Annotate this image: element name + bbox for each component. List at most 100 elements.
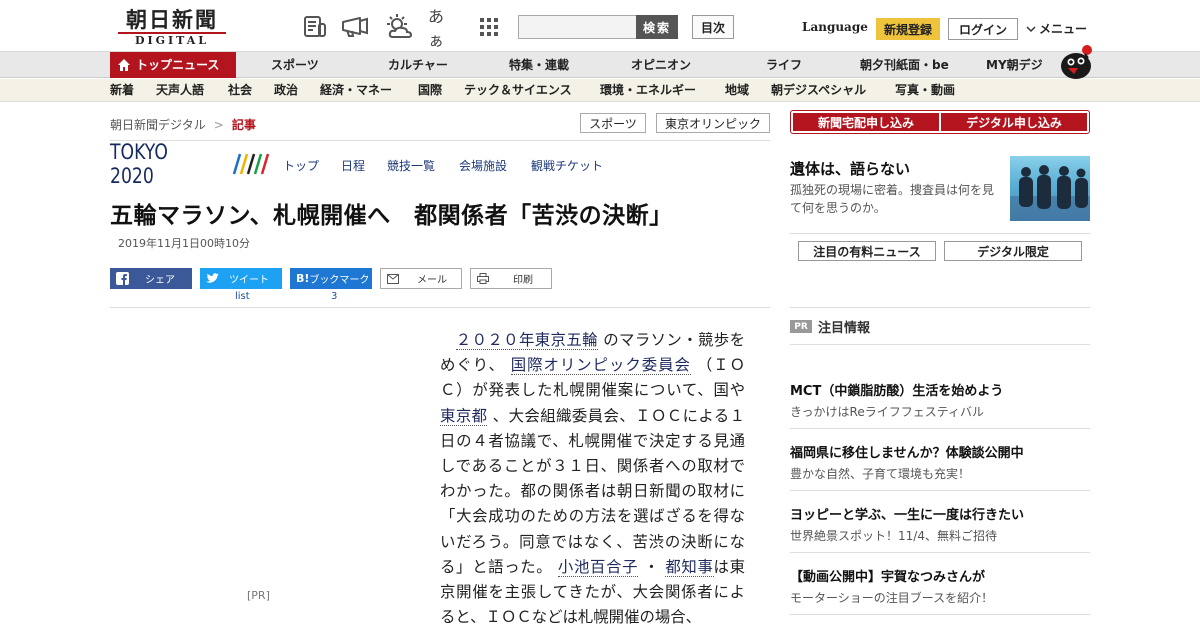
divider: [110, 307, 770, 308]
login-button[interactable]: ログイン: [948, 18, 1018, 40]
menu-button[interactable]: メニュー: [1026, 20, 1087, 37]
nav2-tenseijingo[interactable]: 天声人語: [156, 79, 204, 102]
hatena-icon: B!: [296, 272, 310, 285]
link-koike[interactable]: 小池百合子: [557, 557, 639, 577]
nav2-environment[interactable]: 環境・エネルギー: [600, 79, 696, 102]
language-link[interactable]: Language: [802, 20, 868, 34]
tab-digital-only[interactable]: デジタル限定: [944, 241, 1082, 261]
divider: [790, 490, 1090, 491]
ad-description[interactable]: きっかけはReライフフェスティバル: [790, 403, 984, 420]
link-tokyo-metro[interactable]: 東京都: [440, 406, 488, 426]
divider: [790, 233, 1090, 234]
ad-title[interactable]: 【動画公開中】宇賀なつみさんが: [790, 566, 985, 585]
divider: [790, 552, 1090, 553]
secondary-nav: 新着 天声人語 社会 政治 経済・マネー 国際 テック＆サイエンス 環境・エネル…: [0, 79, 1200, 102]
grid-icon[interactable]: [474, 12, 504, 42]
article-headline: 五輪マラソン、札幌開催へ 都関係者「苦渋の決断」: [110, 203, 673, 229]
primary-nav: トップニュース スポーツ カルチャー 特集・連載 オピニオン ライフ 朝夕刊紙面…: [0, 52, 1200, 78]
breadcrumb-separator: >: [213, 117, 224, 132]
link-tokyo-olympics[interactable]: ２０２０年東京五輪: [455, 331, 598, 350]
feature-title[interactable]: 遺体は、語らない: [790, 158, 910, 179]
divider: [110, 140, 770, 141]
nav-features[interactable]: 特集・連載: [509, 52, 569, 78]
ad-description[interactable]: 豊かな自然、子育て環境も充実！: [790, 465, 970, 482]
breadcrumb-home[interactable]: 朝日新聞デジタル: [110, 116, 206, 133]
twitter-count[interactable]: list: [235, 291, 250, 302]
nav2-latest[interactable]: 新着: [110, 79, 134, 102]
ad-title[interactable]: 福岡県に移住しませんか？体験談公開中: [790, 442, 1024, 461]
feature-description[interactable]: 孤独死の現場に密着。捜査員は何を見て何を思うのか。: [790, 181, 1000, 217]
breadcrumb: 朝日新聞デジタル > 記事: [110, 116, 256, 133]
print-button[interactable]: 印刷: [470, 268, 552, 289]
nav2-economy[interactable]: 経済・マネー: [320, 79, 392, 102]
hatena-bookmark-button[interactable]: B! ブックマーク: [290, 268, 372, 289]
subscribe-buttons: 新聞宅配申し込み デジタル申し込み: [790, 110, 1090, 134]
olympics-link-schedule[interactable]: 日程: [341, 157, 365, 174]
pr-badge: PR: [790, 320, 812, 333]
olympics-link-top[interactable]: トップ: [283, 157, 319, 174]
nav2-photo-video[interactable]: 写真・動画: [895, 79, 955, 102]
olympics-link-sports[interactable]: 競技一覧: [387, 157, 435, 174]
asahi-logo[interactable]: 朝日新聞 DIGITAL: [112, 8, 232, 48]
mail-icon: [387, 273, 399, 284]
olympics-link-venues[interactable]: 会場施設: [459, 157, 507, 174]
home-icon: [118, 59, 130, 71]
nav-culture[interactable]: カルチャー: [388, 52, 448, 78]
ad-pr-label: [PR]: [247, 589, 270, 602]
print-icon: [477, 273, 489, 284]
ad-title[interactable]: ヨッピーと学ぶ、一生に一度は行きたい: [790, 504, 1024, 523]
divider: [790, 307, 1090, 308]
megaphone-icon[interactable]: [340, 12, 370, 42]
search-button[interactable]: 検索: [636, 15, 678, 39]
mascot-icon: [1054, 44, 1094, 80]
facebook-share-button[interactable]: シェア: [110, 268, 192, 289]
nav2-society[interactable]: 社会: [228, 79, 252, 102]
tokyo2020-logo[interactable]: TOKYO 2020: [110, 140, 270, 188]
weather-icon[interactable]: [384, 12, 414, 42]
divider: [790, 428, 1090, 429]
divider: [790, 614, 1090, 615]
nav2-special[interactable]: 朝デジスペシャル: [771, 79, 866, 102]
olympic-stripes-icon: [232, 153, 270, 175]
article-body: ２０２０年東京五輪 のマラソン・競歩をめぐり、 国際オリンピック委員会 （ＩＯＣ…: [440, 331, 745, 627]
tag-tokyo-olympics[interactable]: 東京オリンピック: [656, 113, 770, 133]
olympics-link-tickets[interactable]: 観戦チケット: [531, 157, 603, 174]
nav2-tech[interactable]: テック＆サイエンス: [464, 79, 572, 102]
register-button[interactable]: 新規登録: [876, 18, 940, 40]
nav-sports[interactable]: スポーツ: [271, 52, 319, 78]
nav-opinion[interactable]: オピニオン: [631, 52, 691, 78]
font-size-icon[interactable]: あぁ: [428, 7, 458, 50]
ad-description[interactable]: モーターショーの注目ブースを紹介！: [790, 589, 993, 606]
nav-life[interactable]: ライフ: [766, 52, 802, 78]
link-governor[interactable]: 都知事: [665, 557, 714, 577]
breadcrumb-current: 記事: [231, 118, 256, 132]
search-input[interactable]: [518, 15, 638, 39]
feature-image[interactable]: [1010, 156, 1090, 221]
nav-my-asadigi[interactable]: MY朝デジ: [986, 52, 1043, 78]
nav2-politics[interactable]: 政治: [274, 79, 298, 102]
twitter-share-button[interactable]: ツイート: [200, 268, 282, 289]
nav2-region[interactable]: 地域: [725, 79, 749, 102]
subscribe-digital-button[interactable]: デジタル申し込み: [941, 113, 1087, 131]
menu-label: メニュー: [1039, 22, 1088, 36]
newspaper-icon[interactable]: [300, 12, 330, 42]
toc-button[interactable]: 目次: [692, 15, 734, 39]
chevron-down-icon: [1026, 25, 1036, 32]
tag-sports[interactable]: スポーツ: [580, 113, 646, 133]
nav-print-edition[interactable]: 朝夕刊紙面・be: [860, 52, 949, 78]
subscribe-paper-button[interactable]: 新聞宅配申し込み: [793, 113, 939, 131]
facebook-icon: [116, 272, 129, 285]
pr-section-heading: PR 注目情報: [790, 317, 870, 336]
ad-description[interactable]: 世界絶景スポット！11/4、無料ご招待: [790, 527, 997, 544]
divider: [790, 344, 1090, 345]
mail-share-button[interactable]: メール: [380, 268, 462, 289]
hatena-count[interactable]: 3: [331, 291, 337, 302]
tab-paid-news[interactable]: 注目の有料ニュース: [798, 241, 936, 261]
twitter-icon: [206, 273, 219, 283]
nav2-international[interactable]: 国際: [418, 79, 442, 102]
ad-title[interactable]: MCT（中鎖脂肪酸）生活を始めよう: [790, 380, 1003, 399]
publish-date: 2019年11月1日00時10分: [118, 237, 250, 250]
nav-top-news[interactable]: トップニュース: [110, 52, 236, 78]
site-header: 朝日新聞 DIGITAL あぁ 検索 目次 Language 新規登録 ログイン…: [0, 0, 1200, 52]
link-ioc[interactable]: 国際オリンピック委員会: [510, 356, 691, 376]
